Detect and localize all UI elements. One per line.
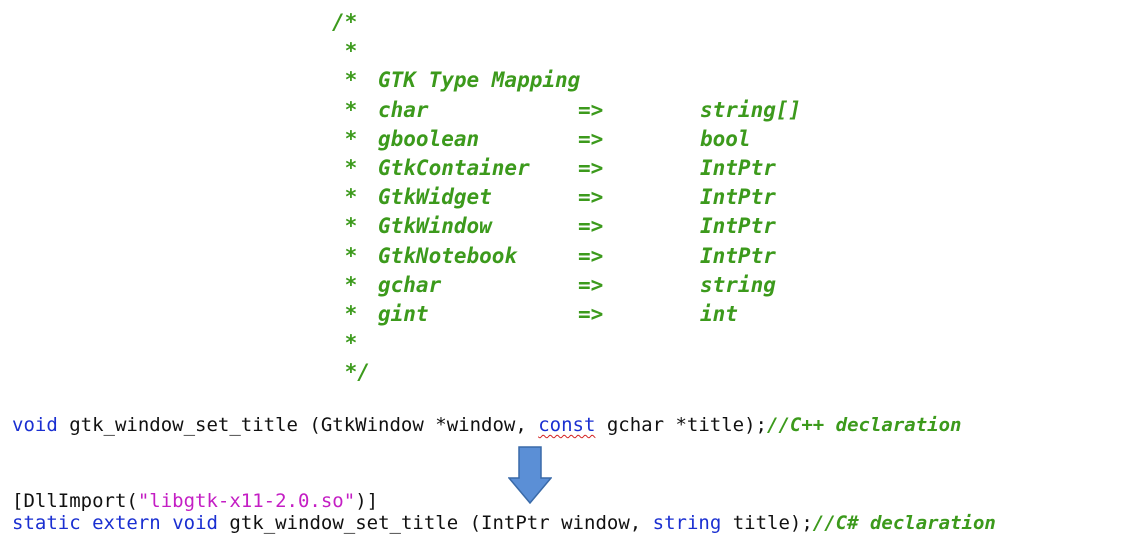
down-arrow-icon: [507, 446, 553, 505]
cpp-signature-end: gchar *title);: [595, 414, 767, 436]
comment-star: */: [332, 360, 370, 385]
comment-star: *: [332, 331, 358, 356]
comment-line: *: [332, 329, 801, 358]
comment-line: * GtkNotebook => IntPtr: [332, 242, 801, 271]
comment-line: * GtkWindow => IntPtr: [332, 212, 801, 241]
comment-line: * gint => int: [332, 300, 801, 329]
keyword-static: static: [12, 512, 81, 534]
comment-star: *: [332, 97, 358, 122]
comment-gtk-type: gchar: [378, 272, 442, 297]
comment-line: */: [332, 358, 801, 387]
comment-gtk-type: gboolean: [378, 126, 480, 151]
cs-declaration-line: static extern void gtk_window_set_title …: [12, 512, 996, 534]
cpp-comment: //C++ declaration: [767, 414, 962, 436]
comment-gtk-type: GTK Type Mapping: [378, 68, 581, 93]
comment-gtk-type: gint: [378, 301, 429, 326]
comment-line: /*: [332, 8, 801, 37]
keyword-void: void: [12, 414, 58, 436]
comment-star: /*: [332, 10, 358, 34]
comment-mapping-arrow: =>: [578, 97, 604, 122]
dllimport-attribute-line: [DllImport("libgtk-x11-2.0.so")]: [12, 490, 378, 512]
dllimport-suffix: )]: [355, 490, 379, 512]
comment-line: *: [332, 37, 801, 66]
comment-gtk-type: GtkNotebook: [378, 243, 518, 268]
comment-star: *: [332, 301, 358, 326]
comment-line: * char => string[]: [332, 96, 802, 125]
comment-star: *: [332, 272, 358, 297]
comment-star: *: [332, 214, 358, 239]
cpp-declaration-line: void gtk_window_set_title (GtkWindow *wi…: [12, 414, 961, 436]
comment-csharp-type: IntPtr: [700, 243, 776, 268]
comment-csharp-type: IntPtr: [700, 155, 776, 180]
comment-mapping-arrow: =>: [578, 272, 604, 297]
keyword-void: void: [172, 512, 218, 534]
comment-csharp-type: string[]: [700, 97, 802, 122]
comment-csharp-type: string: [700, 272, 776, 297]
comment-star: *: [332, 185, 358, 210]
comment-mapping-arrow: =>: [578, 185, 604, 210]
comment-gtk-type: GtkContainer: [378, 155, 530, 180]
comment-csharp-type: int: [700, 301, 738, 326]
comment-gtk-type: GtkWindow: [378, 214, 492, 239]
cs-signature-mid: gtk_window_set_title (IntPtr window,: [217, 512, 653, 534]
comment-mapping-arrow: =>: [578, 155, 604, 180]
comment-csharp-type: IntPtr: [700, 214, 776, 239]
comment-mapping-arrow: =>: [578, 301, 604, 326]
comment-gtk-type: GtkWidget: [378, 185, 492, 210]
comment-gtk-type: char: [378, 97, 429, 122]
keyword-const: const: [538, 414, 596, 436]
comment-mapping-arrow: =>: [578, 126, 604, 151]
comment-star: *: [332, 39, 358, 64]
comment-csharp-type: bool: [700, 126, 751, 151]
comment-line: * GtkContainer => IntPtr: [332, 154, 801, 183]
cs-signature-end: title);: [721, 512, 813, 534]
comment-star: *: [332, 126, 358, 151]
library-name-string: "libgtk-x11-2.0.so": [137, 490, 356, 512]
comment-star: *: [332, 155, 358, 180]
comment-line: * gboolean => bool: [332, 125, 801, 154]
comment-line: * GTK Type Mapping: [332, 66, 801, 95]
dllimport-prefix: [DllImport(: [12, 490, 138, 512]
keyword-string: string: [652, 512, 722, 534]
comment-csharp-type: IntPtr: [700, 185, 776, 210]
comment-star: *: [332, 243, 358, 268]
keyword-extern: extern: [92, 512, 161, 534]
comment-line: * GtkWidget => IntPtr: [332, 183, 801, 212]
comment-mapping-arrow: =>: [578, 243, 604, 268]
cs-comment: //C# declaration: [812, 512, 996, 534]
comment-line: * gchar => string: [332, 271, 801, 300]
comment-star: *: [332, 68, 358, 93]
cpp-signature-start: gtk_window_set_title (GtkWindow *window,: [57, 414, 539, 436]
comment-mapping-arrow: =>: [578, 214, 604, 239]
type-mapping-comment: /* * * GTK Type Mapping * char => string[] *…: [332, 8, 801, 387]
